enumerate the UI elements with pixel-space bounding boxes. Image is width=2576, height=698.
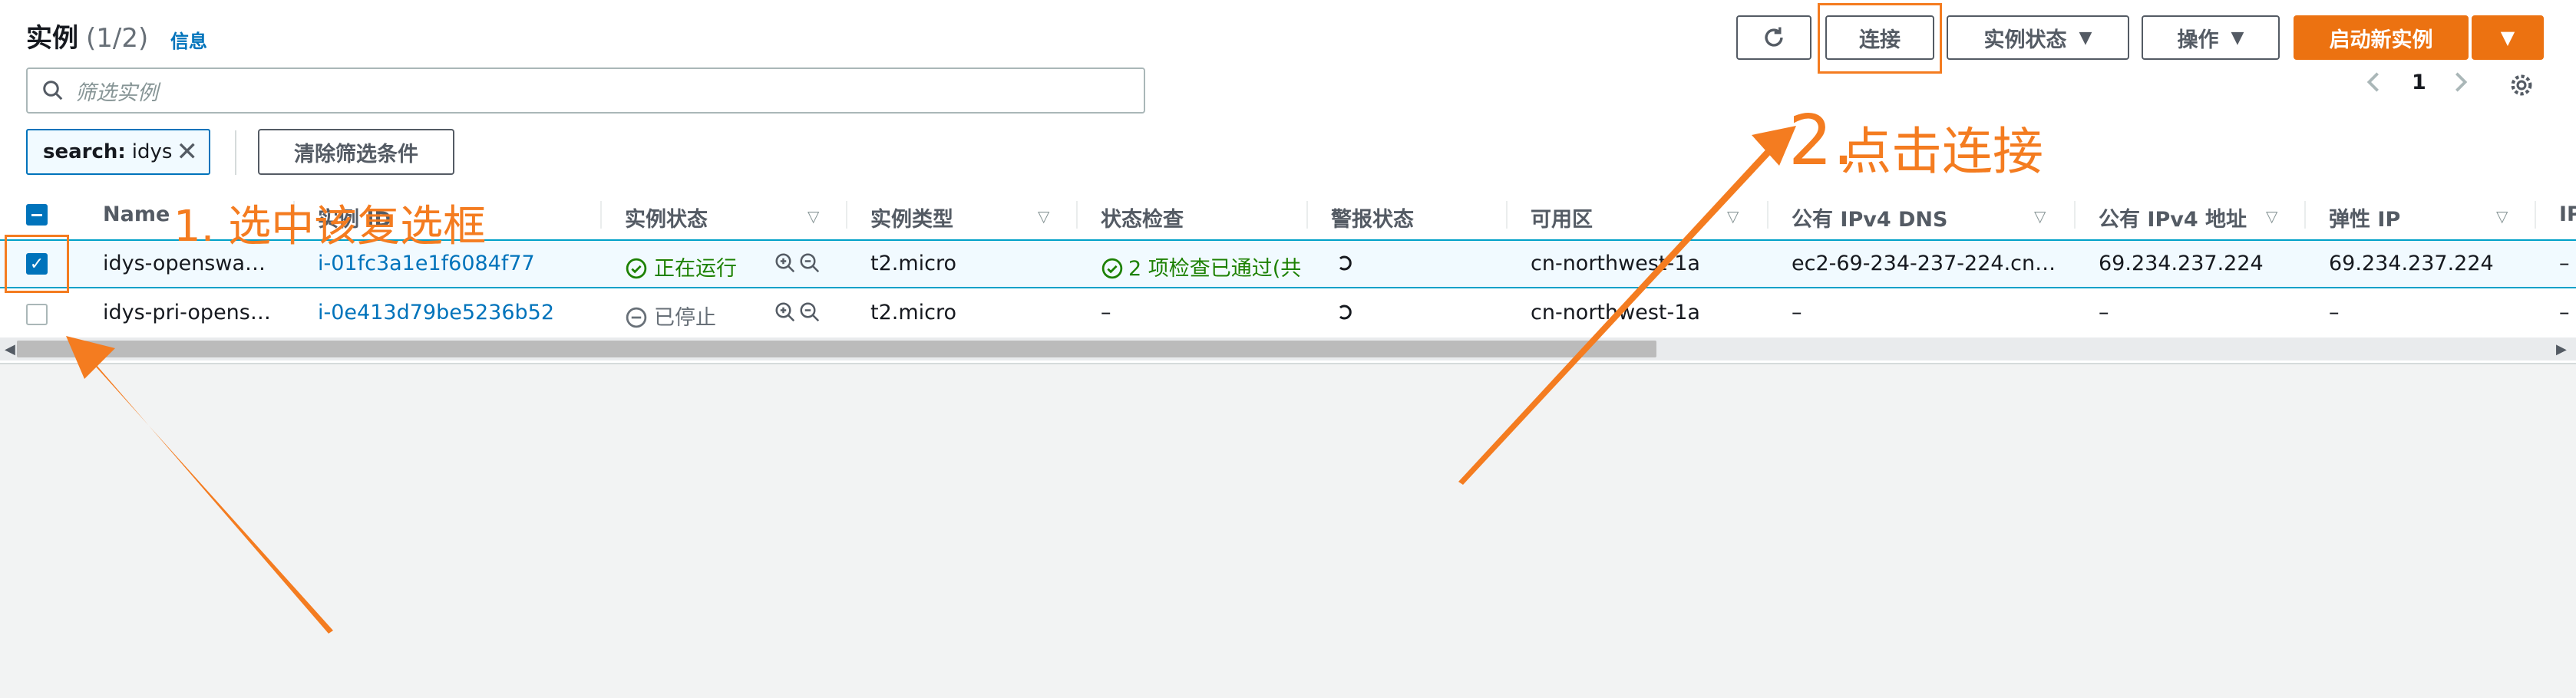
arrowhead-checkbox [66, 336, 115, 379]
arrow-to-connect [1458, 132, 1785, 485]
arrow-to-checkbox [66, 336, 333, 634]
annotation-arrows [66, 126, 1796, 634]
